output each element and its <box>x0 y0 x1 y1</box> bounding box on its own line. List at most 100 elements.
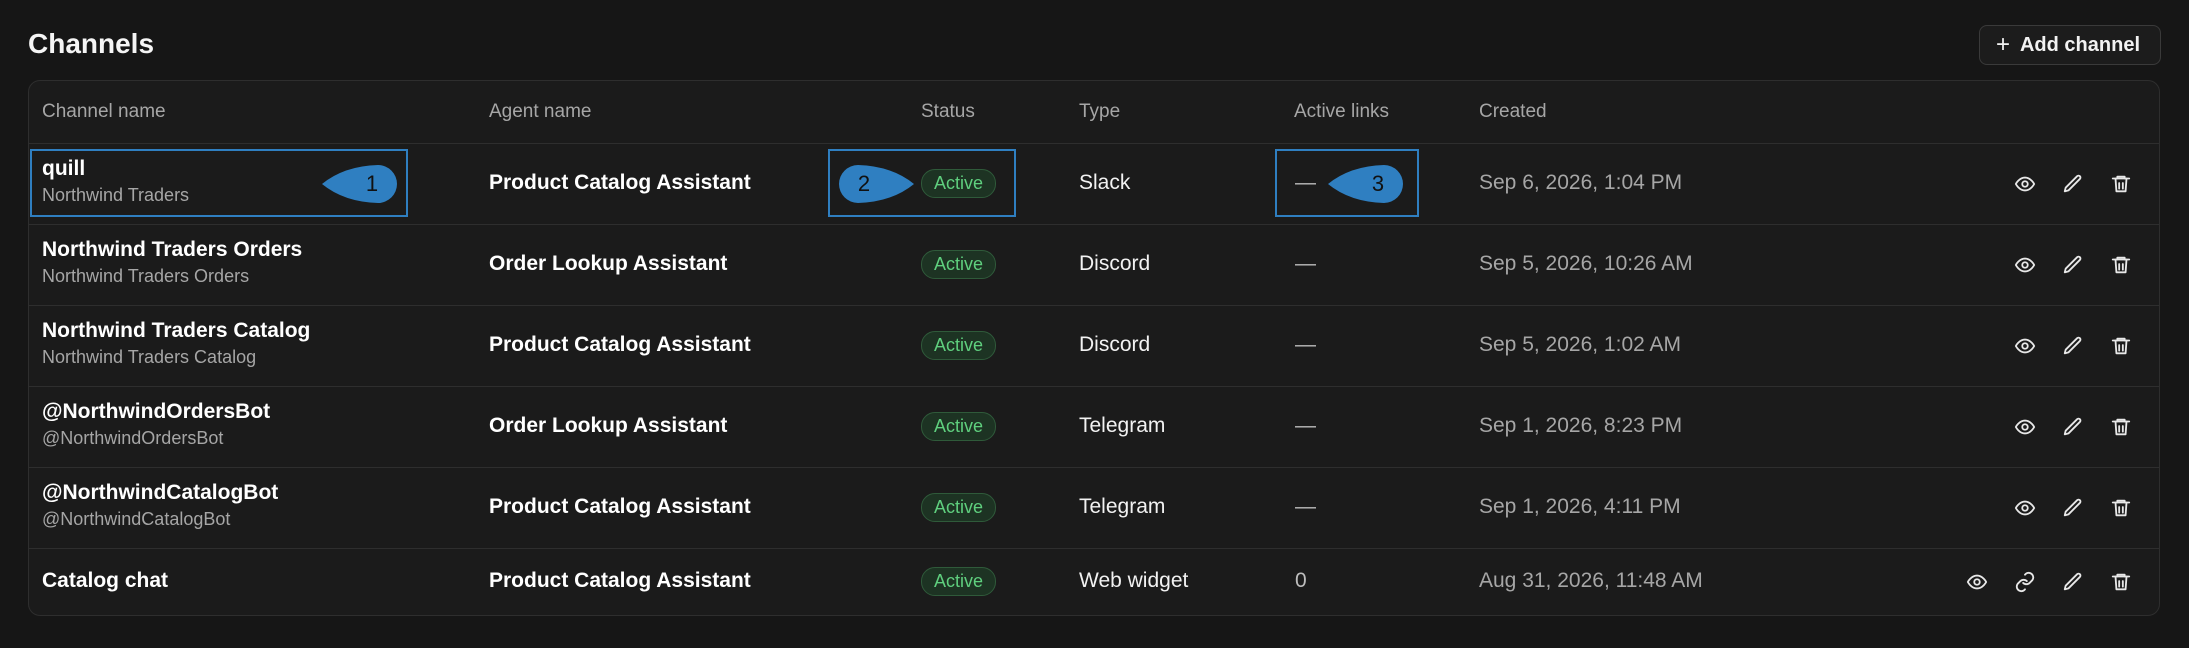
edit-button[interactable] <box>2059 413 2087 441</box>
created-date: Sep 6, 2026, 1:04 PM <box>1479 170 1683 194</box>
table-row[interactable]: Northwind Traders Catalog Northwind Trad… <box>29 305 2159 387</box>
trash-icon <box>2110 416 2132 438</box>
table-row[interactable]: @NorthwindOrdersBot @NorthwindOrdersBot … <box>29 386 2159 468</box>
header-status: Status <box>921 101 975 122</box>
active-links-value: 0 <box>1295 568 1307 592</box>
eye-icon <box>2014 416 2036 438</box>
view-button[interactable] <box>2011 251 2039 279</box>
eye-icon <box>2014 335 2036 357</box>
view-button[interactable] <box>2011 494 2039 522</box>
delete-button[interactable] <box>2107 413 2135 441</box>
header-agent-name: Agent name <box>489 101 592 122</box>
table-row[interactable]: Catalog chat Product Catalog Assistant A… <box>29 548 2159 615</box>
trash-icon <box>2110 335 2132 357</box>
created-date: Sep 1, 2026, 4:11 PM <box>1479 494 1681 518</box>
delete-button[interactable] <box>2107 170 2135 198</box>
status-badge: Active <box>921 168 997 198</box>
created-date: Sep 5, 2026, 10:26 AM <box>1479 251 1693 275</box>
channel-type: Slack <box>1079 170 1131 194</box>
copy-link-button[interactable] <box>2011 568 2039 596</box>
table-header: Channel name Agent name Status Type Acti… <box>29 81 2159 144</box>
channel-name-cell: @NorthwindCatalogBot @NorthwindCatalogBo… <box>42 481 278 530</box>
row-actions <box>1963 568 2135 596</box>
trash-icon <box>2110 254 2132 276</box>
channel-name-cell: Catalog chat <box>42 569 168 593</box>
pencil-icon <box>2062 254 2084 276</box>
agent-name: Product Catalog Assistant <box>489 170 751 194</box>
edit-button[interactable] <box>2059 170 2087 198</box>
row-actions <box>2011 332 2135 360</box>
channel-name-cell: quill Northwind Traders <box>42 157 189 206</box>
view-button[interactable] <box>2011 332 2039 360</box>
channel-type: Telegram <box>1079 413 1166 437</box>
view-button[interactable] <box>2011 413 2039 441</box>
status-cell: Active <box>921 249 997 279</box>
row-actions <box>2011 413 2135 441</box>
header-channel-name: Channel name <box>42 101 166 122</box>
status-cell: Active <box>921 566 997 596</box>
channel-type: Discord <box>1079 251 1151 275</box>
channel-name: Catalog chat <box>42 568 169 592</box>
eye-icon <box>1966 571 1988 593</box>
channel-subtitle: Northwind Traders Catalog <box>42 346 257 367</box>
header-active-links: Active links <box>1294 101 1390 122</box>
table-row[interactable]: @NorthwindCatalogBot @NorthwindCatalogBo… <box>29 467 2159 549</box>
delete-button[interactable] <box>2107 494 2135 522</box>
edit-button[interactable] <box>2059 332 2087 360</box>
delete-button[interactable] <box>2107 332 2135 360</box>
created-date: Sep 5, 2026, 1:02 AM <box>1479 332 1681 356</box>
channel-name-cell: Northwind Traders Orders Northwind Trade… <box>42 238 302 287</box>
delete-button[interactable] <box>2107 568 2135 596</box>
delete-button[interactable] <box>2107 251 2135 279</box>
trash-icon <box>2110 173 2132 195</box>
channel-name: quill <box>42 156 86 180</box>
created-date: Aug 31, 2026, 11:48 AM <box>1479 568 1703 592</box>
agent-name: Product Catalog Assistant <box>489 494 751 518</box>
edit-button[interactable] <box>2059 494 2087 522</box>
channel-type: Telegram <box>1079 494 1166 518</box>
active-links-value: — <box>1295 494 1316 518</box>
edit-button[interactable] <box>2059 251 2087 279</box>
trash-icon <box>2110 571 2132 593</box>
active-links-value: — <box>1295 413 1316 437</box>
channel-name-cell: @NorthwindOrdersBot @NorthwindOrdersBot <box>42 400 270 449</box>
eye-icon <box>2014 497 2036 519</box>
status-cell: Active <box>921 168 997 198</box>
channel-type: Discord <box>1079 332 1151 356</box>
add-channel-button[interactable]: + Add channel <box>1978 25 2161 65</box>
pencil-icon <box>2062 571 2084 593</box>
channel-name: @NorthwindOrdersBot <box>42 399 271 423</box>
header-type: Type <box>1079 101 1121 122</box>
channel-subtitle: @NorthwindOrdersBot <box>42 427 224 448</box>
active-links-value: — <box>1295 332 1316 356</box>
agent-name: Product Catalog Assistant <box>489 332 751 356</box>
channel-subtitle: Northwind Traders Orders <box>42 265 250 286</box>
channels-table: Channel name Agent name Status Type Acti… <box>28 80 2160 616</box>
trash-icon <box>2110 497 2132 519</box>
channel-subtitle: @NorthwindCatalogBot <box>42 508 231 529</box>
header-created: Created <box>1479 101 1547 122</box>
view-button[interactable] <box>1963 568 1991 596</box>
pencil-icon <box>2062 173 2084 195</box>
channel-type: Web widget <box>1079 568 1189 592</box>
view-button[interactable] <box>2011 170 2039 198</box>
active-links-value: — <box>1295 251 1316 275</box>
page-header: Channels + Add channel <box>28 22 2161 68</box>
eye-icon <box>2014 254 2036 276</box>
status-badge: Active <box>921 492 997 522</box>
pencil-icon <box>2062 416 2084 438</box>
channel-name-cell: Northwind Traders Catalog Northwind Trad… <box>42 319 310 368</box>
channel-name: @NorthwindCatalogBot <box>42 480 279 504</box>
status-badge: Active <box>921 249 997 279</box>
status-badge: Active <box>921 330 997 360</box>
status-cell: Active <box>921 330 997 360</box>
active-links-value: — <box>1295 170 1316 194</box>
table-row[interactable]: Northwind Traders Orders Northwind Trade… <box>29 224 2159 306</box>
edit-button[interactable] <box>2059 568 2087 596</box>
row-actions <box>2011 251 2135 279</box>
add-channel-label: Add channel <box>2019 33 2140 56</box>
agent-name: Order Lookup Assistant <box>489 413 728 437</box>
table-row[interactable]: quill Northwind Traders Product Catalog … <box>29 143 2159 225</box>
link-icon <box>2014 571 2036 593</box>
status-cell: Active <box>921 411 997 441</box>
